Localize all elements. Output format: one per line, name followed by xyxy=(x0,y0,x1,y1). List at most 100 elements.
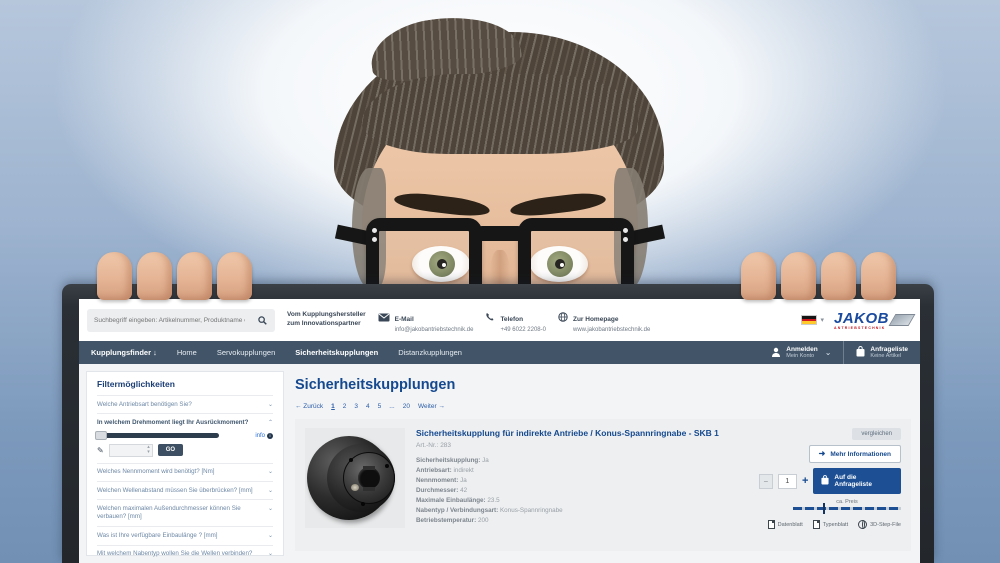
slider-handle[interactable] xyxy=(95,431,107,440)
request-list-label: Anfrageliste xyxy=(870,346,908,353)
pagination-page-1[interactable]: 1 xyxy=(331,403,335,410)
person-peeking xyxy=(322,18,678,308)
chevron-down-icon: ⌄ xyxy=(268,532,273,540)
pagination-page-2[interactable]: 2 xyxy=(343,403,347,410)
detail-betriebstemperatur: Betriebstemperatur: 200 xyxy=(416,516,748,526)
detail-nabentyp: Nabentyp / Verbindungsart: Konus-Spannri… xyxy=(416,506,748,516)
nav-kupplungsfinder[interactable]: Kupplungsfinder ↓ xyxy=(91,348,157,357)
page-title: Sicherheitskupplungen xyxy=(295,377,911,393)
right-hand-fingers xyxy=(741,252,896,300)
torque-value-input[interactable]: ▴▾ xyxy=(109,444,153,457)
account-label: Anmelden xyxy=(786,346,817,353)
search-button[interactable] xyxy=(249,309,275,332)
filter-aussendurchmesser[interactable]: Welchen maximalen Außendurchmesser könne… xyxy=(97,499,273,526)
pagination-page-3[interactable]: 3 xyxy=(354,403,358,410)
chevron-down-icon: ⌄ xyxy=(268,487,273,495)
more-info-button[interactable]: ➜ Mehr Informationen xyxy=(809,445,901,463)
quantity-decrease-button[interactable]: − xyxy=(759,474,773,489)
nav-home[interactable]: Home xyxy=(177,348,197,357)
nav-distanzkupplungen[interactable]: Distanzkupplungen xyxy=(398,348,462,357)
bag-icon xyxy=(856,344,865,362)
price-indicator: ca. Preis xyxy=(793,499,901,510)
globe-3d-icon xyxy=(858,520,867,529)
phone-label: Telefon xyxy=(500,316,523,323)
filter-wellenabstand[interactable]: Welchen Wellenabstand müssen Sie überbrü… xyxy=(97,481,273,499)
pagination-page-20[interactable]: 20 xyxy=(403,403,410,410)
info-icon: i xyxy=(267,433,273,439)
contact-phone[interactable]: Telefon +49 6022 2208-0 xyxy=(485,308,546,333)
filter-einbaulaenge[interactable]: Was ist Ihre verfügbare Einbaulänge ? [m… xyxy=(97,526,273,544)
user-icon xyxy=(771,344,781,362)
product-image[interactable] xyxy=(305,428,405,528)
price-marker xyxy=(823,503,825,514)
pagination-page-4[interactable]: 4 xyxy=(366,403,370,410)
go-button[interactable]: GO xyxy=(158,444,183,456)
filter-sidebar: Filtermöglichkeiten Welche Antriebsart b… xyxy=(86,371,284,556)
chevron-down-icon: ⌄ xyxy=(268,401,273,409)
globe-icon xyxy=(558,309,568,327)
filter-nabentyp[interactable]: Mit welchem Nabentyp wollen Sie die Well… xyxy=(97,545,273,563)
price-scale xyxy=(793,507,901,510)
info-link[interactable]: info i xyxy=(255,433,273,439)
pagination-ellipsis: ... xyxy=(389,403,394,410)
quantity-increase-button[interactable]: + xyxy=(802,476,808,487)
download-typenblatt[interactable]: Typenblatt xyxy=(813,520,848,529)
pagination-page-5[interactable]: 5 xyxy=(378,403,382,410)
homepage-value: www.jakobantriebstechnik.de xyxy=(573,327,650,333)
detail-antriebsart: Antriebsart: indirekt xyxy=(416,466,748,476)
chevron-down-icon: ⌄ xyxy=(268,550,273,558)
logo-subtext: ANTRIEBSTECHNIK xyxy=(834,326,889,330)
site-header: Vom Kupplungshersteller zum Innovationsp… xyxy=(79,299,920,341)
quantity-value[interactable]: 1 xyxy=(778,474,797,489)
compare-button[interactable]: vergleichen xyxy=(852,428,901,440)
request-list-button[interactable]: Anfrageliste Keine Artikel xyxy=(843,341,920,364)
pagination: ← Zurück 1 2 3 4 5 ... 20 Weiter → xyxy=(295,403,911,410)
download-datenblatt[interactable]: Datenblatt xyxy=(768,520,803,529)
language-selector[interactable]: ▾ xyxy=(801,315,824,325)
contact-email[interactable]: E-Mail info@jakobantriebstechnik.de xyxy=(378,308,474,333)
detail-einbaulaenge: Maximale Einbaulänge: 23.5 xyxy=(416,496,748,506)
filter-drehmoment-panel: info i ✎ ▴▾ GO xyxy=(97,432,273,463)
filter-antriebsart[interactable]: Welche Antriebsart benötigen Sie? ⌄ xyxy=(97,395,273,413)
phone-icon xyxy=(485,309,495,327)
request-list-sublabel: Keine Artikel xyxy=(870,353,908,359)
pagination-prev[interactable]: ← Zurück xyxy=(295,403,323,410)
contact-homepage[interactable]: Zur Homepage www.jakobantriebstechnik.de xyxy=(558,308,650,333)
product-title[interactable]: Sicherheitskupplung für indirekte Antrie… xyxy=(416,428,748,439)
left-hand-fingers xyxy=(97,252,252,300)
envelope-icon xyxy=(378,309,390,327)
homepage-label: Zur Homepage xyxy=(573,316,619,323)
document-icon xyxy=(768,520,775,529)
results-area: Sicherheitskupplungen ← Zurück 1 2 3 4 5… xyxy=(291,371,913,556)
search-input[interactable] xyxy=(87,317,249,324)
search-icon xyxy=(258,316,267,325)
detail-durchmesser: Durchmesser: 42 xyxy=(416,486,748,496)
nav-servokupplungen[interactable]: Servokupplungen xyxy=(217,348,275,357)
hair-front xyxy=(362,74,638,154)
chevron-down-icon: ⌄ xyxy=(268,468,273,476)
spinner-icon[interactable]: ▴▾ xyxy=(147,445,152,455)
bag-icon xyxy=(821,472,829,490)
phone-value: +49 6022 2208-0 xyxy=(500,327,546,333)
add-to-request-list-button[interactable]: Auf die Anfrageliste xyxy=(813,468,901,494)
account-sublabel: Mein Konto xyxy=(786,353,817,359)
torque-slider[interactable] xyxy=(97,433,219,438)
document-icon xyxy=(813,520,820,529)
glasses-bridge xyxy=(478,226,522,241)
chevron-down-icon: ⌄ xyxy=(268,505,273,522)
download-3d-step-file[interactable]: 3D-Step-File xyxy=(858,520,901,529)
detail-sicherheitskupplung: Sicherheitskupplung: Ja xyxy=(416,456,748,466)
email-value: info@jakobantriebstechnik.de xyxy=(395,327,474,333)
nav-sicherheitskupplungen[interactable]: Sicherheitskupplungen xyxy=(295,348,378,357)
german-flag-icon xyxy=(801,315,817,325)
filter-drehmoment[interactable]: In welchem Drehmoment liegt Ihr Ausrückm… xyxy=(97,413,273,431)
detail-nennmoment: Nennmoment: Ja xyxy=(416,476,748,486)
arrow-right-icon: ➜ xyxy=(819,450,826,458)
product-card: Sicherheitskupplung für indirekte Antrie… xyxy=(295,419,911,551)
pencil-icon: ✎ xyxy=(97,446,104,455)
product-art-no: Art.-Nr.: 283 xyxy=(416,442,748,449)
filter-nennmoment[interactable]: Welches Nennmoment wird benötigt? [Nm] ⌄ xyxy=(97,463,273,481)
jakob-logo[interactable]: JAKOB ANTRIEBSTECHNIK xyxy=(834,311,912,330)
account-menu[interactable]: Anmelden Mein Konto ⌄ xyxy=(759,341,843,364)
pagination-next[interactable]: Weiter → xyxy=(418,403,445,410)
